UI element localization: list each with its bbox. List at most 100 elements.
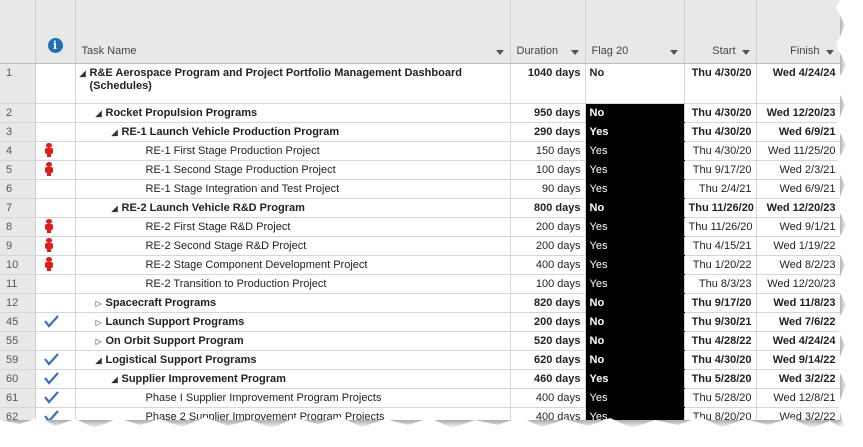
start-date-cell[interactable]: Thu 5/28/20 [684,388,757,408]
collapse-triangle-icon[interactable]: ◢ [80,69,90,78]
duration-cell[interactable]: 200 days [510,236,586,256]
task-name-cell[interactable]: ◢ Supplier Improvement Program [75,369,511,389]
check-icon[interactable] [43,390,59,404]
chevron-down-icon[interactable] [741,50,750,55]
row-id[interactable]: 7 [0,198,36,218]
row-id[interactable]: 5 [0,160,36,180]
expand-triangle-icon[interactable]: ▷ [96,318,106,327]
start-date-cell[interactable]: Thu 5/28/20 [684,369,757,389]
flag-cell[interactable]: Yes [585,274,685,294]
table-row[interactable]: 8 RE-2 First Stage R&D Project 200 days Yes… [0,217,840,237]
flag-cell[interactable]: Yes [585,122,685,142]
start-date-cell[interactable]: Thu 8/20/20 [684,407,757,420]
collapse-triangle-icon[interactable]: ◢ [112,128,122,137]
duration-cell[interactable]: 1040 days [510,63,586,104]
table-row[interactable]: 5 RE-1 Second Stage Production Project 100… [0,160,840,180]
row-id[interactable]: 11 [0,274,36,294]
row-id[interactable]: 4 [0,141,36,161]
row-id[interactable]: 45 [0,312,36,332]
flag-cell[interactable]: No [585,198,685,218]
task-name-cell[interactable]: RE-1 Second Stage Production Project [75,160,511,180]
task-name-cell[interactable]: ◢ RE-2 Launch Vehicle R&D Program [75,198,511,218]
column-header-id[interactable] [0,0,36,64]
start-date-cell[interactable]: Thu 11/26/20 [684,217,757,237]
person-icon[interactable] [44,161,54,176]
row-id[interactable]: 9 [0,236,36,256]
table-row[interactable]: 55 ▷ On Orbit Support Program 520 days No Thu… [0,331,840,351]
duration-cell[interactable]: 100 days [510,274,586,294]
task-name-cell[interactable]: ▷ Launch Support Programs [75,312,511,332]
check-icon[interactable] [43,314,59,328]
start-date-cell[interactable]: Thu 11/26/20 [684,198,757,218]
start-date-cell[interactable]: Thu 2/4/21 [684,179,757,199]
expand-triangle-icon[interactable]: ▷ [96,299,106,308]
duration-cell[interactable]: 290 days [510,122,586,142]
finish-date-cell[interactable]: Wed 12/20/23 [756,103,840,123]
finish-date-cell[interactable]: Wed 4/24/24 [756,63,840,104]
finish-date-cell[interactable]: Wed 2/3/21 [756,160,840,180]
row-id[interactable]: 61 [0,388,36,408]
row-id[interactable]: 3 [0,122,36,142]
chevron-down-icon[interactable] [495,50,504,55]
table-row[interactable]: 1 ◢ R&E Aerospace Program and Project Port… [0,63,840,104]
finish-date-cell[interactable]: Wed 11/8/23 [756,293,840,313]
column-header-duration[interactable]: Duration [510,0,586,64]
finish-date-cell[interactable]: Wed 12/20/23 [756,274,840,294]
task-name-cell[interactable]: ◢ Logistical Support Programs [75,350,511,370]
finish-date-cell[interactable]: Wed 3/2/22 [756,369,840,389]
table-row[interactable]: 12 ▷ Spacecraft Programs 820 days No Thu 9/17… [0,293,840,313]
duration-cell[interactable]: 150 days [510,141,586,161]
start-date-cell[interactable]: Thu 1/20/22 [684,255,757,275]
chevron-down-icon[interactable] [570,50,579,55]
finish-date-cell[interactable]: Wed 8/2/23 [756,255,840,275]
person-icon[interactable] [44,218,54,233]
collapse-triangle-icon[interactable]: ◢ [96,356,106,365]
duration-cell[interactable]: 200 days [510,217,586,237]
flag-cell[interactable]: Yes [585,217,685,237]
duration-cell[interactable]: 400 days [510,388,586,408]
row-id[interactable]: 62 [0,407,36,420]
finish-date-cell[interactable]: Wed 9/1/21 [756,217,840,237]
table-row[interactable]: 61 Phase I Supplier Improvement Program P… [0,388,840,408]
task-name-cell[interactable]: ◢ RE-1 Launch Vehicle Production Program [75,122,511,142]
row-id[interactable]: 1 [0,63,36,104]
flag-cell[interactable]: Yes [585,141,685,161]
task-name-cell[interactable]: ▷ Spacecraft Programs [75,293,511,313]
duration-cell[interactable]: 820 days [510,293,586,313]
task-name-cell[interactable]: RE-2 Transition to Production Project [75,274,511,294]
chevron-down-icon[interactable] [825,50,834,55]
check-icon[interactable] [43,352,59,366]
table-row[interactable]: 59 ◢ Logistical Support Programs 620 days No… [0,350,840,370]
person-icon[interactable] [44,142,54,157]
finish-date-cell[interactable]: Wed 4/24/24 [756,331,840,351]
table-row[interactable]: 6 RE-1 Stage Integration and Test Project… [0,179,840,199]
flag-cell[interactable]: No [585,312,685,332]
flag-cell[interactable]: Yes [585,236,685,256]
column-header-task-name[interactable]: Task Name [75,0,511,64]
finish-date-cell[interactable]: Wed 12/8/21 [756,388,840,408]
duration-cell[interactable]: 620 days [510,350,586,370]
start-date-cell[interactable]: Thu 4/30/20 [684,63,757,104]
flag-cell[interactable]: Yes [585,160,685,180]
flag-cell[interactable]: Yes [585,369,685,389]
start-date-cell[interactable]: Thu 4/15/21 [684,236,757,256]
row-id[interactable]: 12 [0,293,36,313]
duration-cell[interactable]: 950 days [510,103,586,123]
task-name-cell[interactable]: ◢ R&E Aerospace Program and Project Portf… [75,63,511,104]
table-row[interactable]: 45 ▷ Launch Support Programs 200 days No Thu … [0,312,840,332]
expand-triangle-icon[interactable]: ▷ [96,337,106,346]
duration-cell[interactable]: 400 days [510,255,586,275]
flag-cell[interactable]: No [585,103,685,123]
start-date-cell[interactable]: Thu 4/28/22 [684,331,757,351]
table-row[interactable]: 10 RE-2 Stage Component Development Proje… [0,255,840,275]
collapse-triangle-icon[interactable]: ◢ [96,109,106,118]
table-row[interactable]: 11 RE-2 Transition to Production Project 1… [0,274,840,294]
start-date-cell[interactable]: Thu 9/17/20 [684,293,757,313]
finish-date-cell[interactable]: Wed 6/9/21 [756,179,840,199]
start-date-cell[interactable]: Thu 4/30/20 [684,350,757,370]
task-name-cell[interactable]: ▷ On Orbit Support Program [75,331,511,351]
finish-date-cell[interactable]: Wed 3/2/22 [756,407,840,420]
column-header-start[interactable]: Start [684,0,757,64]
start-date-cell[interactable]: Thu 9/30/21 [684,312,757,332]
row-id[interactable]: 2 [0,103,36,123]
